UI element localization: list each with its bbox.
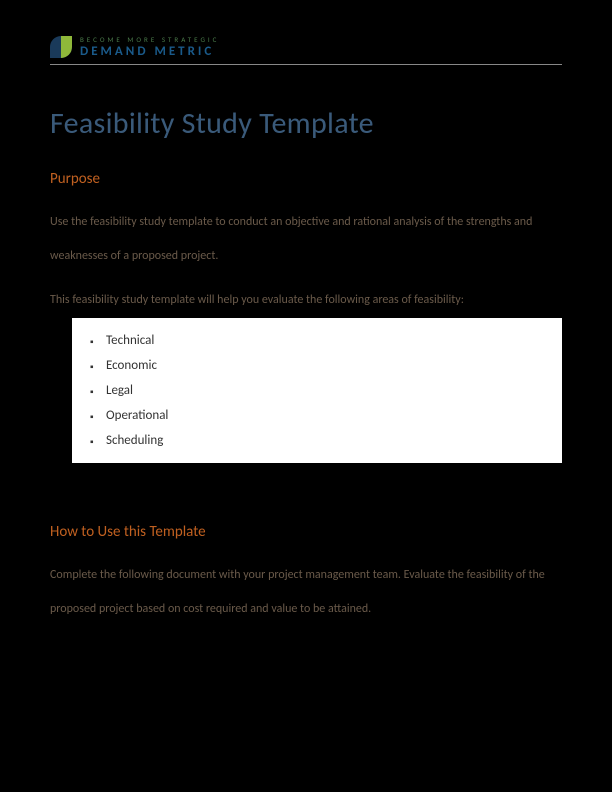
list-item: Technical (90, 328, 544, 353)
logo-brand: DEMAND METRIC (80, 45, 219, 58)
purpose-paragraph-2: This feasibility study template will hel… (50, 291, 562, 310)
logo-area: Become More Strategic DEMAND METRIC (50, 36, 562, 58)
logo-tagline: Become More Strategic (80, 36, 219, 43)
how-to-use-paragraph: Complete the following document with you… (50, 559, 562, 626)
logo-icon (50, 36, 72, 58)
how-to-use-heading: How to Use this Template (50, 523, 562, 541)
header-divider (50, 64, 562, 65)
document-page: Become More Strategic DEMAND METRIC Feas… (0, 0, 612, 667)
purpose-heading: Purpose (50, 170, 562, 188)
list-item: Economic (90, 353, 544, 378)
list-item: Scheduling (90, 428, 544, 453)
how-to-use-section: How to Use this Template Complete the fo… (50, 523, 562, 626)
list-item: Legal (90, 378, 544, 403)
list-item: Operational (90, 403, 544, 428)
document-title: Feasibility Study Template (50, 105, 562, 142)
logo-text: Become More Strategic DEMAND METRIC (80, 36, 219, 58)
feasibility-areas-box: Technical Economic Legal Operational Sch… (72, 318, 562, 463)
feasibility-areas-list: Technical Economic Legal Operational Sch… (90, 328, 544, 453)
purpose-paragraph-1: Use the feasibility study template to co… (50, 206, 562, 273)
